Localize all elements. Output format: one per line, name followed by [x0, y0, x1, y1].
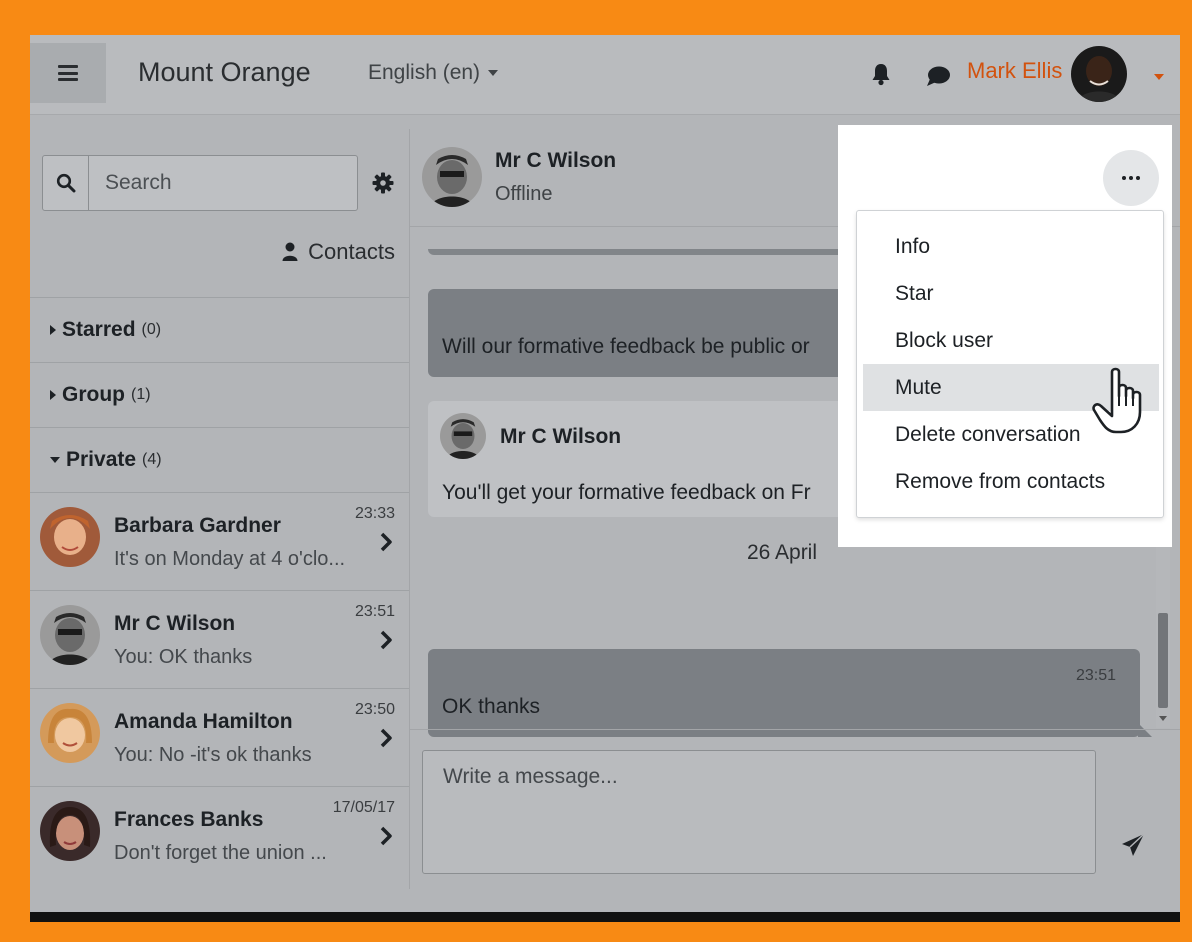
more-options-button[interactable]	[1103, 150, 1159, 206]
contacts-label: Contacts	[308, 239, 395, 264]
contacts-link[interactable]: Contacts	[282, 239, 395, 265]
menu-item-star[interactable]: Star	[863, 270, 1159, 317]
section-count: (1)	[131, 386, 151, 403]
conversation-preview: You: OK thanks	[114, 646, 253, 668]
search-button[interactable]	[43, 156, 89, 210]
search-input[interactable]	[89, 171, 339, 195]
conversation-item[interactable]: Barbara Gardner 23:33 It's on Monday at …	[30, 492, 409, 590]
conversation-time: 17/05/17	[332, 799, 395, 816]
section-starred[interactable]: Starred (0)	[30, 297, 409, 362]
conversation-preview: It's on Monday at 4 o'clo...	[114, 548, 346, 570]
gear-icon[interactable]	[372, 172, 394, 194]
dot	[1122, 176, 1126, 180]
messaging-sidebar: Contacts Starred (0) Group (1) Private (…	[30, 129, 410, 889]
send-button[interactable]	[1118, 830, 1148, 860]
chevron-right-icon	[380, 728, 392, 748]
message-composer	[410, 729, 1180, 889]
paper-plane-icon	[1122, 833, 1145, 856]
conversation-time: 23:33	[354, 505, 395, 522]
contact-status: Offline	[495, 183, 553, 205]
site-name[interactable]: Mount Orange	[138, 57, 311, 88]
menu-item-remove-from-contacts[interactable]: Remove from contacts	[863, 458, 1159, 505]
message-text: OK thanks	[442, 695, 541, 718]
menu-item-info[interactable]: Info	[863, 223, 1159, 270]
section-count: (0)	[141, 321, 162, 338]
menu-item-delete-conversation[interactable]: Delete conversation	[863, 411, 1159, 458]
search-box	[42, 155, 358, 211]
message-input[interactable]	[422, 750, 1096, 874]
avatar[interactable]	[422, 147, 482, 207]
section-label: Group	[62, 383, 125, 406]
conversation-time: 23:50	[354, 701, 395, 718]
caret-down-icon	[488, 70, 499, 77]
conversation-name: Frances Banks	[114, 808, 264, 831]
scrollbar-thumb[interactable]	[1158, 613, 1168, 708]
message-time: 23:51	[1075, 667, 1116, 684]
conversation-name: Mr C Wilson	[114, 612, 236, 635]
section-private[interactable]: Private (4)	[30, 427, 409, 492]
conversation-name: Barbara Gardner	[114, 514, 281, 537]
message-author: Mr C Wilson	[500, 425, 622, 448]
conversation-item[interactable]: Amanda Hamilton 23:50 You: No -it's ok t…	[30, 688, 409, 786]
conversation-preview: You: No -it's ok thanks	[114, 744, 312, 766]
caret-down-icon	[1154, 73, 1164, 80]
chevron-right-icon	[380, 532, 392, 552]
message-bubble: 23:51 OK thanks	[428, 649, 1152, 737]
section-label: Private	[66, 448, 137, 471]
message-text: You'll get your formative feedback on Fr	[442, 481, 811, 504]
conversation-name: Amanda Hamilton	[114, 710, 293, 733]
conversation-item[interactable]: Mr C Wilson 23:51 You: OK thanks	[30, 590, 409, 688]
top-navbar: Mount Orange English (en) Mark Ellis	[30, 35, 1180, 115]
language-label: English (en)	[368, 61, 481, 84]
chevron-right-icon	[380, 826, 392, 846]
window-bottom-edge	[30, 912, 1180, 922]
avatar	[40, 801, 100, 861]
menu-toggle-button[interactable]	[30, 43, 106, 103]
avatar	[440, 413, 486, 459]
conversation-preview: Don't forget the union ...	[114, 842, 327, 864]
user-icon	[282, 242, 298, 261]
conversation-actions-menu: Info Star Block user Mute Delete convers…	[856, 210, 1164, 518]
hamburger-icon	[58, 65, 78, 81]
user-avatar[interactable]	[1071, 46, 1127, 102]
conversation-time: 23:51	[354, 603, 395, 620]
user-menu-name[interactable]: Mark Ellis	[967, 58, 1062, 84]
contact-name[interactable]: Mr C Wilson	[495, 149, 616, 173]
caret-down-icon	[50, 457, 60, 463]
search-icon	[56, 173, 75, 193]
message-text: Will our formative feedback be public or	[442, 335, 810, 358]
user-menu-caret[interactable]	[1154, 68, 1164, 86]
section-label: Starred	[62, 318, 136, 341]
chevron-right-icon	[380, 630, 392, 650]
dot	[1129, 176, 1133, 180]
conversation-item[interactable]: Frances Banks 17/05/17 Don't forget the …	[30, 786, 409, 884]
menu-item-mute[interactable]: Mute	[863, 364, 1159, 411]
dot	[1136, 176, 1140, 180]
message-bubble-icon[interactable]	[925, 65, 951, 87]
scroll-down-arrow-icon[interactable]	[1159, 716, 1167, 721]
section-group[interactable]: Group (1)	[30, 362, 409, 427]
avatar	[40, 605, 100, 665]
avatar	[40, 703, 100, 763]
caret-right-icon	[50, 325, 56, 335]
language-menu[interactable]: English (en)	[368, 61, 499, 85]
bell-icon[interactable]	[871, 62, 891, 86]
section-count: (4)	[142, 451, 162, 468]
menu-item-block-user[interactable]: Block user	[863, 317, 1159, 364]
avatar	[40, 507, 100, 567]
caret-right-icon	[50, 390, 56, 400]
